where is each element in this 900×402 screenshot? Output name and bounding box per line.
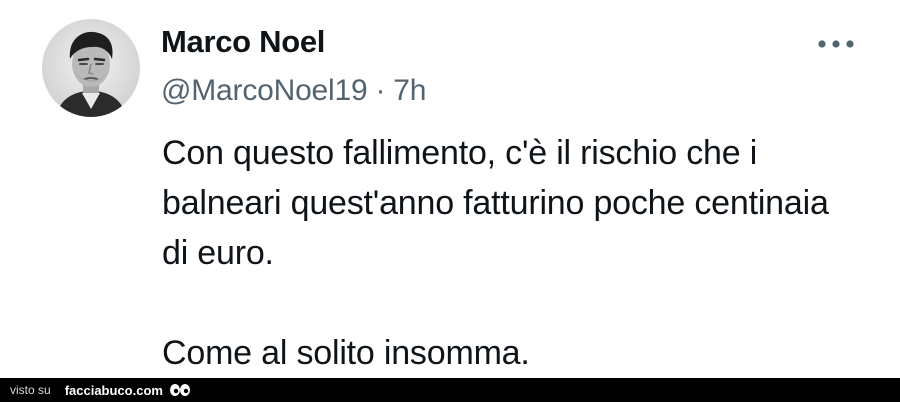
- watermark-bar: visto su facciabuco.com: [0, 378, 900, 402]
- tweet-timestamp[interactable]: 7h: [393, 74, 426, 107]
- tweet-text: Con questo fallimento, c'è il rischio ch…: [162, 128, 862, 378]
- watermark-site[interactable]: facciabuco.com: [65, 383, 163, 398]
- tweet-meta: @MarcoNoel19 · 7h: [161, 74, 426, 108]
- tweet-card: Marco Noel @MarcoNoel19 · 7h Con questo fa…: [0, 0, 900, 378]
- more-options-button[interactable]: [814, 30, 858, 58]
- more-dots-icon: [818, 40, 854, 48]
- tweet-text-paragraph: Come al solito insomma.: [162, 334, 530, 372]
- watermark-prefix: visto su: [10, 383, 51, 397]
- meta-separator: ·: [375, 74, 386, 107]
- display-name[interactable]: Marco Noel: [161, 24, 325, 60]
- tweet-text-paragraph: Con questo fallimento, c'è il rischio ch…: [162, 134, 829, 272]
- avatar[interactable]: [42, 19, 140, 117]
- eyes-icon: [169, 383, 191, 397]
- avatar-photo: [42, 19, 140, 117]
- user-handle[interactable]: @MarcoNoel19: [161, 74, 368, 107]
